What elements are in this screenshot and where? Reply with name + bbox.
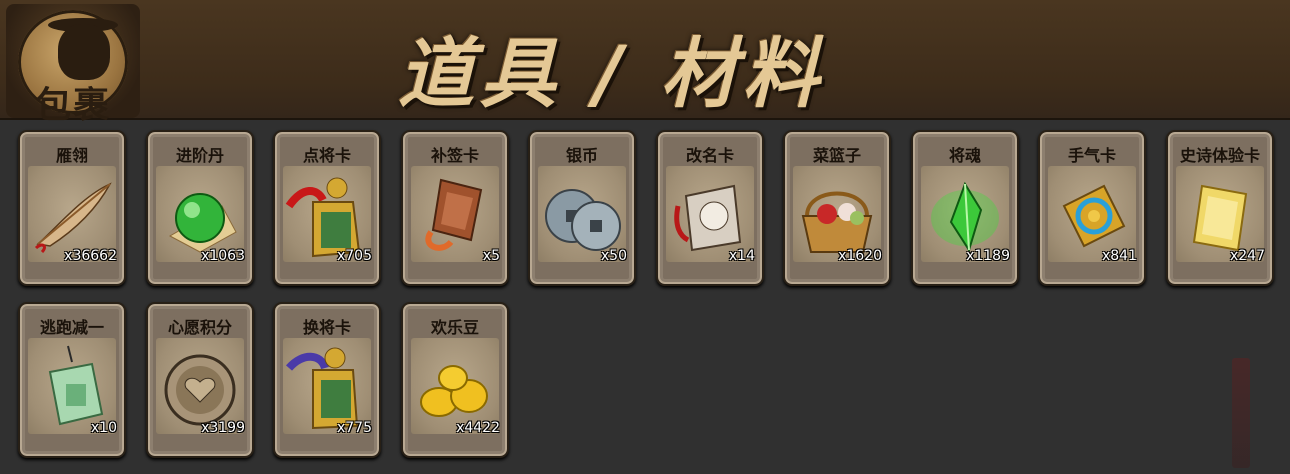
item-card[interactable]: 改名卡 x14 bbox=[656, 130, 764, 286]
item-name: 改名卡 bbox=[685, 146, 734, 165]
item-quantity: x1620 bbox=[838, 248, 882, 264]
item-name: 欢乐豆 bbox=[430, 318, 479, 337]
item-name: 换将卡 bbox=[302, 318, 351, 337]
item-quantity: x247 bbox=[1229, 248, 1265, 264]
item-name: 雁翎 bbox=[55, 146, 88, 165]
item-card[interactable]: 心愿积分 x3199 bbox=[146, 302, 254, 458]
item-name: 逃跑减一 bbox=[39, 318, 104, 337]
item-name: 将魂 bbox=[948, 146, 981, 165]
item-name: 手气卡 bbox=[1067, 146, 1116, 165]
item-name: 进阶丹 bbox=[175, 146, 224, 165]
item-quantity: x3199 bbox=[201, 420, 245, 436]
item-name: 银币 bbox=[565, 146, 598, 165]
item-name: 点将卡 bbox=[302, 146, 351, 165]
item-card[interactable]: 将魂 x1189 bbox=[911, 130, 1019, 286]
item-card[interactable]: 手气卡 x841 bbox=[1038, 130, 1146, 286]
item-quantity: x775 bbox=[336, 420, 372, 436]
item-quantity: x36662 bbox=[64, 248, 117, 264]
item-card[interactable]: 补签卡 x5 bbox=[401, 130, 509, 286]
item-card[interactable]: 欢乐豆 x4422 bbox=[401, 302, 509, 458]
item-card[interactable]: 进阶丹 x1063 bbox=[146, 130, 254, 286]
bag-tab-button[interactable]: 包裹 bbox=[6, 4, 140, 126]
item-name: 心愿积分 bbox=[167, 318, 232, 337]
item-quantity: x705 bbox=[336, 248, 372, 264]
item-quantity: x10 bbox=[90, 420, 117, 436]
item-quantity: x4422 bbox=[456, 420, 500, 436]
item-card[interactable]: 点将卡 x705 bbox=[273, 130, 381, 286]
scrollbar[interactable] bbox=[1232, 358, 1250, 468]
item-quantity: x1189 bbox=[966, 248, 1010, 264]
inventory-header: 包裹 道具 / 材料 bbox=[0, 0, 1290, 126]
item-card[interactable]: 逃跑减一 x10 bbox=[18, 302, 126, 458]
item-quantity: x5 bbox=[482, 248, 500, 264]
item-quantity: x1063 bbox=[201, 248, 245, 264]
page-title: 道具 / 材料 bbox=[398, 29, 825, 118]
item-quantity: x841 bbox=[1101, 248, 1137, 264]
item-card[interactable]: 菜篮子 x1620 bbox=[783, 130, 891, 286]
item-card[interactable]: 银币 x50 bbox=[528, 130, 636, 286]
item-card[interactable]: 换将卡 x775 bbox=[273, 302, 381, 458]
item-name: 补签卡 bbox=[430, 146, 479, 165]
item-card[interactable]: 史诗体验卡 x247 bbox=[1166, 130, 1274, 286]
item-quantity: x14 bbox=[728, 248, 755, 264]
item-name: 菜篮子 bbox=[812, 146, 861, 165]
item-quantity: x50 bbox=[600, 248, 627, 264]
bag-tab-label: 包裹 bbox=[34, 84, 111, 126]
item-name: 史诗体验卡 bbox=[1179, 146, 1260, 165]
item-card[interactable]: 雁翎 x36662 bbox=[18, 130, 126, 286]
